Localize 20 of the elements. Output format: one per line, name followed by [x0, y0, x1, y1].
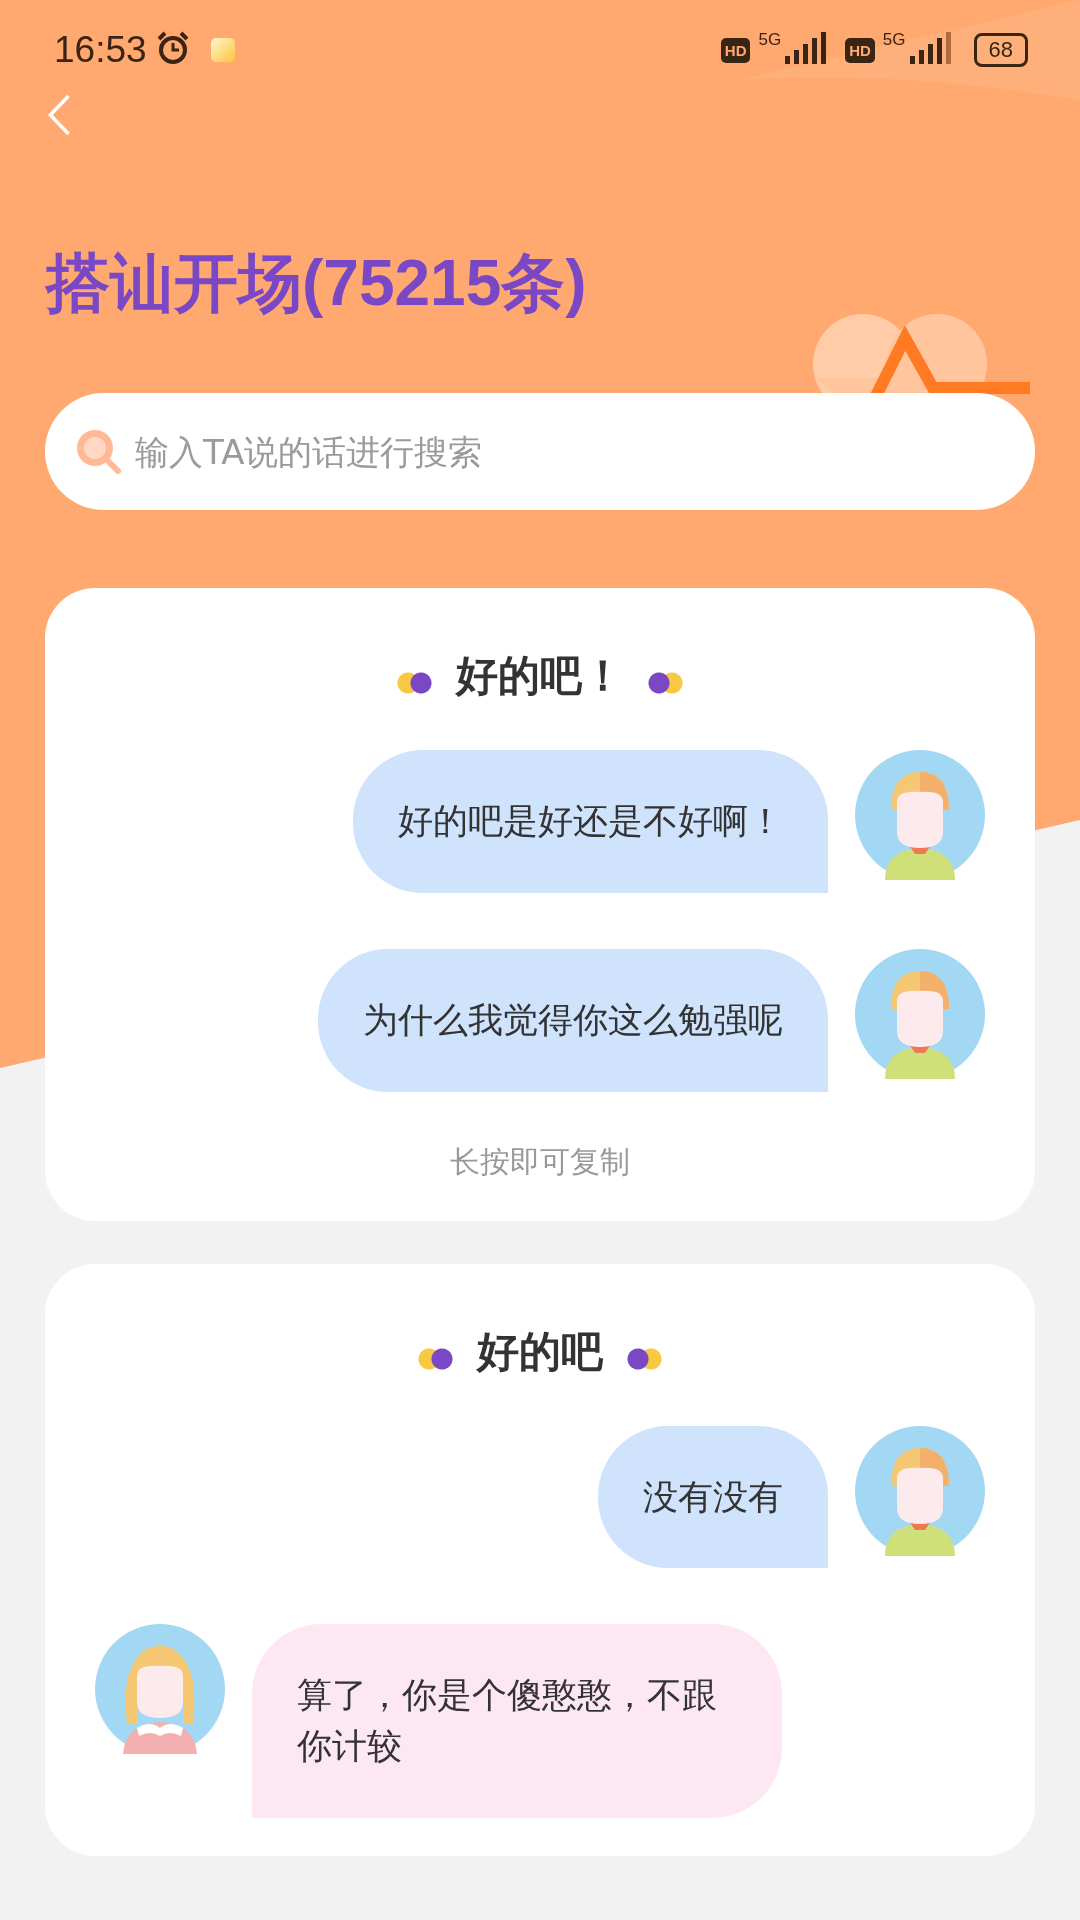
- message-bubble: 好的吧是好还是不好啊！: [353, 750, 828, 893]
- search-field[interactable]: 输入TA说的话进行搜索: [45, 393, 1035, 510]
- notification-icon: [210, 38, 235, 62]
- network-label: 5G: [882, 30, 906, 50]
- message-bubble: 算了，你是个傻憨憨，不跟你计较: [252, 1624, 782, 1818]
- copy-hint: 长按即可复制: [449, 1142, 631, 1181]
- message-bubble: 没有没有: [598, 1425, 828, 1569]
- status-time: 16:53: [54, 29, 147, 71]
- dots-icon: [417, 1347, 455, 1370]
- dots-icon: [646, 672, 684, 694]
- message-bubble: 为什么我觉得你这么勉强呢: [318, 948, 828, 1092]
- page-title: 搭讪开场(75215条): [46, 246, 587, 321]
- dots-icon: [625, 1347, 663, 1370]
- network-label: 5G: [758, 30, 782, 50]
- battery-indicator: 68: [973, 33, 1028, 67]
- card-title: 好的吧: [477, 1325, 603, 1378]
- back-icon[interactable]: [46, 92, 72, 138]
- hd-badge: HD: [845, 37, 875, 63]
- card-title: 好的吧！: [456, 650, 624, 702]
- dots-icon: [396, 672, 434, 694]
